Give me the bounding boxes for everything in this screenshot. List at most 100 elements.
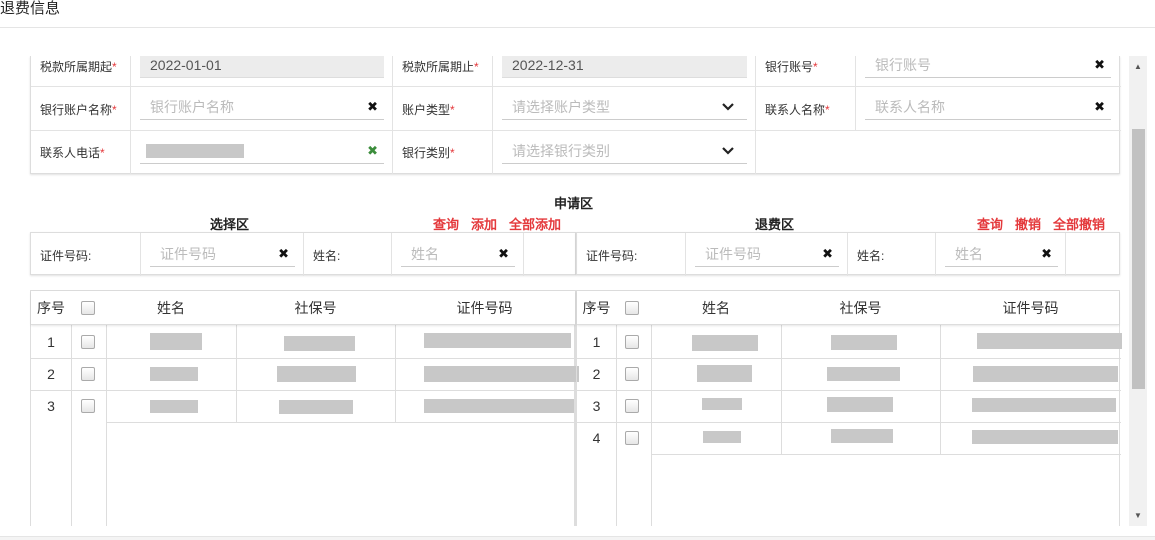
select-all-checkbox[interactable] — [81, 301, 95, 315]
table-row[interactable]: 3 — [31, 390, 575, 422]
bank-account-name-input[interactable]: 银行账户名称 ✖ — [140, 96, 384, 120]
chevron-down-icon[interactable] — [721, 96, 735, 124]
apply-area-title: 申请区 — [554, 196, 594, 211]
redacted-id — [424, 333, 571, 348]
contact-phone-label: 联系人电话* — [40, 146, 105, 160]
select-name-label: 姓名: — [313, 249, 341, 263]
table-row[interactable]: 2 — [31, 358, 579, 390]
column-header-id[interactable]: 证件号码 — [395, 291, 574, 325]
column-header-no: 序号 — [37, 300, 65, 316]
page-title: 退费信息 — [0, 0, 61, 17]
row-number: 4 — [592, 430, 601, 446]
refund-id-label: 证件号码: — [586, 249, 638, 263]
row-number: 2 — [47, 366, 55, 382]
select-id-input[interactable]: 证件号码 ✖ — [150, 243, 295, 267]
redacted-id — [972, 430, 1118, 444]
row-number: 1 — [592, 334, 601, 350]
redacted-id — [977, 333, 1122, 349]
clear-icon[interactable]: ✖ — [1094, 96, 1105, 118]
redacted-ssn — [277, 366, 356, 382]
column-header-id[interactable]: 证件号码 — [940, 291, 1121, 325]
row-checkbox[interactable] — [625, 431, 639, 445]
scroll-down-icon[interactable]: ▼ — [1129, 508, 1147, 524]
bank-account-label: 银行账号* — [765, 60, 818, 74]
row-checkbox[interactable] — [81, 399, 95, 413]
contact-name-input[interactable]: 联系人名称 ✖ — [865, 96, 1111, 120]
refund-table: 序号 姓名 社保号 证件号码 1 2 3 4 — [576, 290, 1122, 526]
bank-type-select[interactable]: 请选择银行类别 — [502, 140, 747, 164]
scroll-area: 税款所属期起* 2022-01-01 税款所属期止* 2022-12-31 银行… — [0, 56, 1129, 526]
redacted-id — [973, 366, 1118, 382]
chevron-down-icon[interactable] — [721, 140, 735, 168]
row-number: 3 — [592, 398, 601, 414]
scrollbar-thumb[interactable] — [1132, 129, 1145, 389]
redacted-name — [703, 431, 741, 443]
select-area-title: 选择区 — [210, 217, 250, 232]
row-checkbox[interactable] — [81, 367, 95, 381]
redacted-ssn — [827, 367, 900, 381]
vertical-scrollbar[interactable]: ▲ ▼ — [1129, 56, 1147, 526]
redacted-ssn — [279, 400, 353, 414]
refund-revoke-all-button[interactable]: 全部撤销 — [1053, 214, 1105, 233]
column-header-ssn[interactable]: 社保号 — [236, 291, 395, 325]
clear-icon[interactable]: ✖ — [367, 140, 378, 162]
column-header-name[interactable]: 姓名 — [106, 291, 236, 325]
refund-form: 税款所属期起* 2022-01-01 税款所属期止* 2022-12-31 银行… — [30, 56, 1121, 174]
clear-icon[interactable]: ✖ — [367, 96, 378, 118]
scroll-up-icon[interactable]: ▲ — [1129, 59, 1147, 75]
redacted-id — [424, 366, 579, 382]
redacted-name — [697, 365, 752, 382]
table-row[interactable]: 2 — [577, 358, 1119, 390]
select-all-checkbox[interactable] — [625, 301, 639, 315]
row-checkbox[interactable] — [625, 367, 639, 381]
refund-name-label: 姓名: — [857, 249, 885, 263]
row-checkbox[interactable] — [625, 335, 639, 349]
tax-end-field: 2022-12-31 — [502, 56, 747, 78]
row-checkbox[interactable] — [81, 335, 95, 349]
clear-icon[interactable]: ✖ — [278, 243, 289, 265]
row-checkbox[interactable] — [625, 399, 639, 413]
redacted-name — [692, 335, 758, 351]
redacted-name — [150, 367, 198, 381]
select-add-all-button[interactable]: 全部添加 — [509, 214, 561, 233]
table-row[interactable]: 1 — [31, 326, 575, 358]
table-row[interactable]: 4 — [577, 422, 1119, 454]
tax-start-field: 2022-01-01 — [140, 56, 384, 78]
column-header-ssn[interactable]: 社保号 — [781, 291, 940, 325]
table-row[interactable]: 1 — [577, 326, 1122, 358]
clear-icon[interactable]: ✖ — [1094, 56, 1105, 76]
row-number: 2 — [592, 366, 601, 382]
column-header-no: 序号 — [582, 300, 611, 316]
contact-phone-input[interactable]: ✖ — [140, 140, 384, 164]
select-add-button[interactable]: 添加 — [471, 214, 497, 233]
redacted-id — [972, 398, 1116, 412]
select-table: 序号 姓名 社保号 证件号码 1 2 3 — [30, 290, 579, 526]
redacted-name — [150, 333, 202, 350]
redacted-id — [424, 399, 574, 413]
select-query-button[interactable]: 查询 — [433, 214, 459, 233]
refund-table-header: 序号 姓名 社保号 证件号码 — [577, 291, 1119, 325]
account-type-select[interactable]: 请选择账户类型 — [502, 96, 747, 120]
row-number: 1 — [47, 334, 55, 350]
bank-account-input[interactable]: 银行账号 ✖ — [865, 56, 1111, 78]
redacted-ssn — [831, 429, 893, 443]
table-row[interactable]: 3 — [577, 390, 1119, 422]
redacted-name — [702, 398, 742, 410]
select-name-input[interactable]: 姓名 ✖ — [401, 243, 515, 267]
bank-type-label: 银行类别* — [402, 146, 455, 160]
clear-icon[interactable]: ✖ — [1041, 243, 1052, 265]
refund-query-button[interactable]: 查询 — [977, 214, 1003, 233]
redacted-ssn — [827, 397, 893, 412]
refund-area-title: 退费区 — [755, 217, 795, 232]
refund-id-input[interactable]: 证件号码 ✖ — [695, 243, 839, 267]
select-table-header: 序号 姓名 社保号 证件号码 — [31, 291, 575, 325]
clear-icon[interactable]: ✖ — [822, 243, 833, 265]
redacted-name — [150, 400, 198, 413]
redacted-ssn — [284, 336, 355, 351]
title-bar: 退费信息 — [0, 0, 1155, 28]
bank-account-name-label: 银行账户名称* — [40, 103, 117, 117]
refund-name-input[interactable]: 姓名 ✖ — [945, 243, 1058, 267]
refund-revoke-button[interactable]: 撤销 — [1015, 214, 1041, 233]
clear-icon[interactable]: ✖ — [498, 243, 509, 265]
column-header-name[interactable]: 姓名 — [651, 291, 781, 325]
